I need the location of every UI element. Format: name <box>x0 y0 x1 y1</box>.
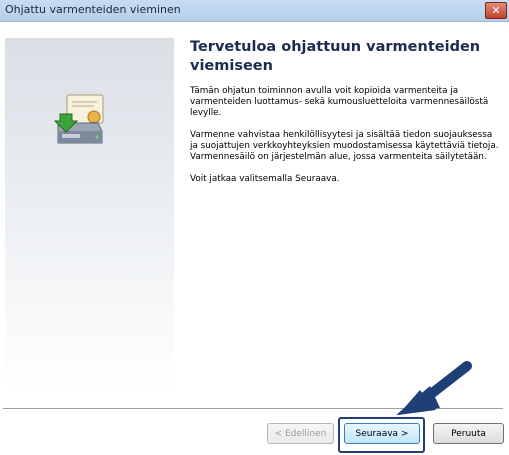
arrow-pointer-icon <box>396 361 472 415</box>
certificate-export-wizard-window: Ohjattu varmenteiden vieminen ✕ Tervetul… <box>0 0 509 455</box>
